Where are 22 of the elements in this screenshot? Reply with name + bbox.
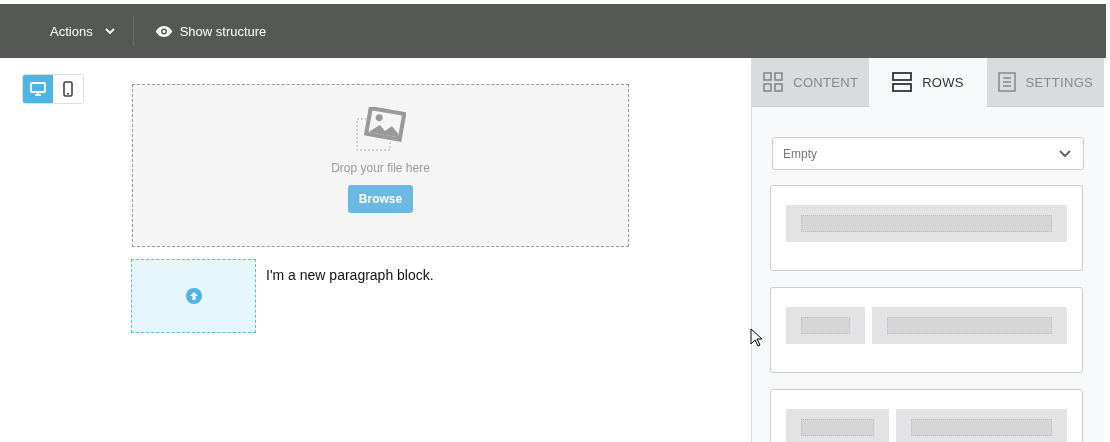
- monitor-icon: [30, 82, 46, 96]
- row-filter-select[interactable]: Empty: [772, 137, 1084, 170]
- chevron-down-icon: [104, 28, 115, 34]
- upload-icon: [185, 288, 202, 304]
- paragraph-text: I'm a new paragraph block.: [266, 267, 434, 285]
- panel-tab[interactable]: CONTENT: [752, 58, 870, 107]
- row-layout-card[interactable]: [770, 185, 1083, 271]
- show-structure-button[interactable]: Show structure: [143, 17, 279, 45]
- image-upload-block[interactable]: [131, 259, 256, 333]
- row-layout-card[interactable]: [770, 287, 1083, 373]
- document-icon: [997, 72, 1016, 92]
- rows-icon: [892, 72, 913, 92]
- image-drop-zone[interactable]: Drop your file here Browse: [132, 84, 629, 247]
- phone-icon: [63, 81, 73, 97]
- desktop-view-button[interactable]: [23, 75, 53, 103]
- actions-menu-button[interactable]: Actions: [38, 17, 127, 45]
- chevron-down-icon: [1059, 149, 1071, 158]
- grid-icon: [763, 72, 784, 92]
- eye-icon: [155, 25, 172, 37]
- panel-tab[interactable]: SETTINGS: [986, 58, 1104, 107]
- image-placeholder-icon: [355, 107, 406, 151]
- drop-hint: Drop your file here: [331, 161, 430, 175]
